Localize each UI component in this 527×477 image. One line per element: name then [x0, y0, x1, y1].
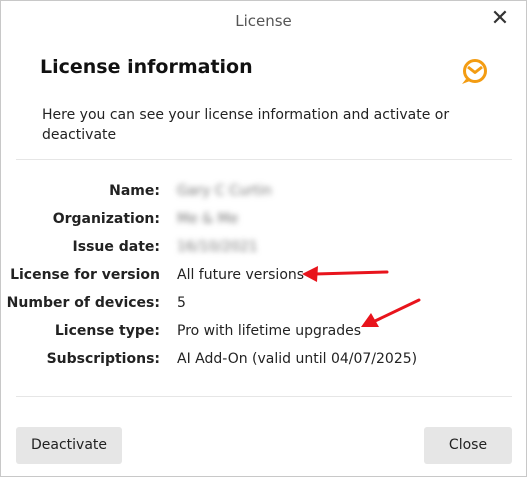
field-row-license-type: License type: Pro with lifetime upgrades: [1, 317, 526, 345]
field-row-devices: Number of devices: 5: [1, 289, 526, 317]
field-row-issue-date: Issue date: 16/10/2021: [1, 233, 526, 261]
field-label: Name:: [109, 183, 160, 199]
field-row-subscriptions: Subscriptions: AI Add-On (valid until 04…: [1, 345, 526, 373]
field-row-license-version: License for version All future versions: [1, 261, 526, 289]
license-fields: Name: Gary C Curtin Organization: Me & M…: [1, 177, 526, 373]
field-value: All future versions: [177, 267, 305, 283]
field-value: Me & Me: [177, 211, 239, 227]
page-title: License information: [40, 56, 253, 78]
field-value: Pro with lifetime upgrades: [177, 323, 361, 339]
field-value: AI Add-On (valid until 04/07/2025): [177, 351, 418, 367]
field-label: Organization:: [52, 211, 160, 227]
field-row-name: Name: Gary C Curtin: [1, 177, 526, 205]
divider: [16, 159, 512, 160]
field-label: Subscriptions:: [46, 351, 160, 367]
emclient-logo-icon: [462, 59, 487, 84]
field-value: 16/10/2021: [177, 239, 258, 255]
field-label: Issue date:: [72, 239, 160, 255]
description-text: Here you can see your license informatio…: [42, 107, 450, 143]
close-icon[interactable]: ✕: [488, 7, 512, 31]
close-button[interactable]: Close: [424, 427, 512, 464]
deactivate-button[interactable]: Deactivate: [16, 427, 122, 464]
red-arrow-icon: [302, 266, 389, 282]
field-label: Number of devices:: [6, 295, 160, 311]
field-label: License type:: [54, 323, 160, 339]
field-value: 5: [177, 295, 186, 311]
divider: [16, 396, 512, 397]
license-dialog: License ✕ License information Here you c…: [0, 0, 527, 477]
field-value: Gary C Curtin: [177, 183, 272, 199]
red-arrow-icon: [361, 298, 421, 327]
dialog-title: License: [235, 12, 292, 30]
field-row-organization: Organization: Me & Me: [1, 205, 526, 233]
field-label: License for version: [10, 267, 160, 283]
